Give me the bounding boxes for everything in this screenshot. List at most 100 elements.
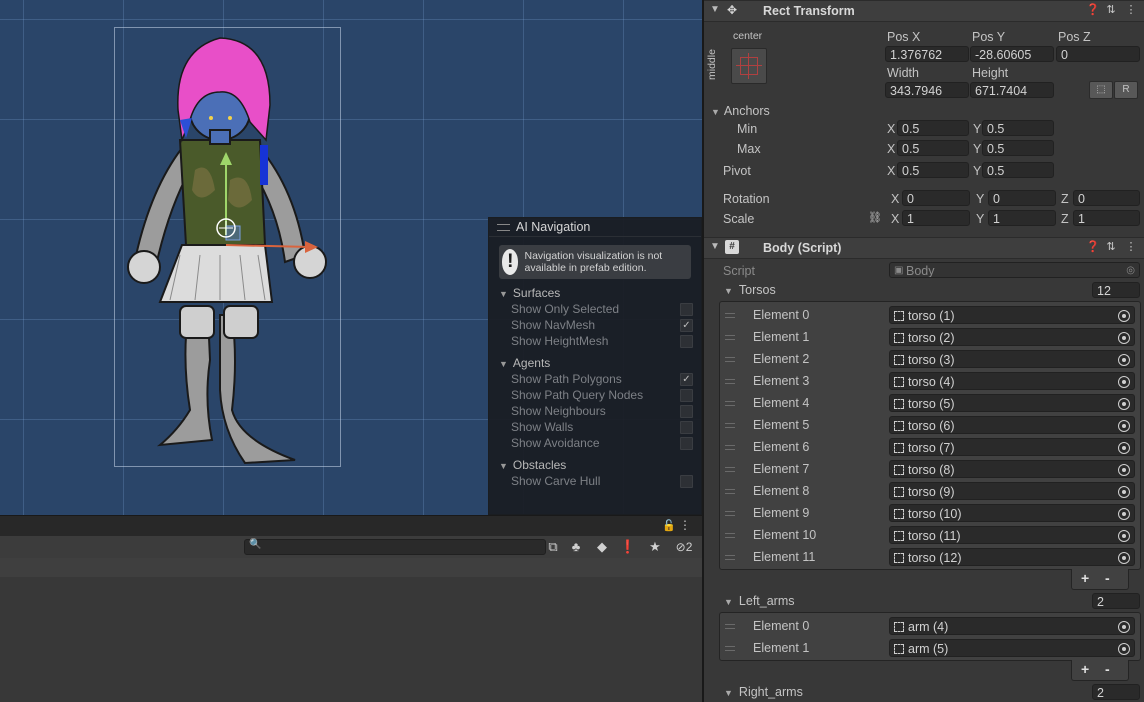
drag-handle-icon[interactable] (725, 646, 735, 651)
drag-handle-icon[interactable] (725, 624, 735, 629)
nav-section-header[interactable]: ▼ Surfaces (489, 285, 701, 301)
list-element-row[interactable]: Element 4 torso (5) (720, 392, 1140, 414)
object-picker-icon[interactable] (1118, 486, 1130, 498)
list-element-row[interactable]: Element 1 torso (2) (720, 326, 1140, 348)
object-reference-field[interactable]: torso (8) (889, 460, 1135, 478)
pos-z-field[interactable]: 0 (1056, 46, 1140, 62)
anchor-min-x-field[interactable]: 0.5 (897, 120, 969, 136)
anchor-preset-button[interactable] (731, 48, 767, 84)
drag-handle-icon[interactable] (725, 357, 735, 362)
nav-section-header[interactable]: ▼ Agents (489, 355, 701, 371)
scene-search-icon[interactable]: ⧉ (544, 538, 562, 556)
object-picker-icon[interactable] (1118, 310, 1130, 322)
right-arms-foldout[interactable]: ▼ Right_arms (724, 685, 803, 699)
blueprint-mode-button[interactable]: ⬚ (1089, 81, 1113, 99)
drag-handle-icon[interactable] (725, 401, 735, 406)
object-picker-icon[interactable] (1118, 464, 1130, 476)
remove-element-button[interactable]: - (1105, 661, 1110, 677)
object-reference-field[interactable]: torso (1) (889, 306, 1135, 324)
panel-menu-icon[interactable]: ⋮ (679, 518, 691, 532)
nav-option-checkbox[interactable] (680, 303, 693, 316)
object-reference-field[interactable]: torso (11) (889, 526, 1135, 544)
list-element-row[interactable]: Element 3 torso (4) (720, 370, 1140, 392)
rotation-y-field[interactable]: 0 (988, 190, 1056, 206)
drag-handle-icon[interactable] (725, 379, 735, 384)
remove-element-button[interactable]: - (1105, 570, 1110, 586)
constrain-proportions-icon[interactable]: ⛓ (868, 211, 882, 224)
list-element-row[interactable]: Element 10 torso (11) (720, 524, 1140, 546)
nav-option-checkbox[interactable] (680, 421, 693, 434)
drag-handle-icon[interactable] (725, 533, 735, 538)
pivot-x-field[interactable]: 0.5 (897, 162, 969, 178)
pivot-y-field[interactable]: 0.5 (982, 162, 1054, 178)
nav-option-row[interactable]: Show Path Polygons ✓ (489, 371, 701, 387)
list-element-row[interactable]: Element 9 torso (10) (720, 502, 1140, 524)
object-picker-icon[interactable] (1118, 552, 1130, 564)
ai-navigation-title-bar[interactable]: AI Navigation (489, 218, 701, 237)
nav-option-checkbox[interactable]: ✓ (680, 373, 693, 386)
warning-filter-icon[interactable]: ❗ (619, 538, 637, 556)
object-reference-field[interactable]: torso (3) (889, 350, 1135, 368)
list-element-row[interactable]: Element 8 torso (9) (720, 480, 1140, 502)
nav-option-checkbox[interactable] (680, 389, 693, 402)
rect-transform-header[interactable]: ▼ ✥ Rect Transform ❓ ⇅ ⋮ (704, 0, 1144, 22)
list-element-row[interactable]: Element 1 arm (5) (720, 637, 1140, 659)
add-element-button[interactable]: + (1081, 661, 1089, 677)
list-element-row[interactable]: Element 0 arm (4) (720, 615, 1140, 637)
collapse-arrow-icon[interactable]: ▼ (710, 4, 720, 15)
context-menu-icon[interactable]: ⋮ (1124, 240, 1138, 254)
nav-option-row[interactable]: Show HeightMesh (489, 333, 701, 349)
rotation-x-field[interactable]: 0 (902, 190, 970, 206)
object-reference-field[interactable]: torso (2) (889, 328, 1135, 346)
nav-option-checkbox[interactable] (680, 405, 693, 418)
list-element-row[interactable]: Element 0 torso (1) (720, 304, 1140, 326)
object-picker-icon[interactable] (1118, 398, 1130, 410)
anchor-min-y-field[interactable]: 0.5 (982, 120, 1054, 136)
scale-z-field[interactable]: 1 (1073, 210, 1140, 226)
scale-y-field[interactable]: 1 (988, 210, 1056, 226)
object-reference-field[interactable]: torso (7) (889, 438, 1135, 456)
drag-handle-icon[interactable] (725, 511, 735, 516)
hidden-count-button[interactable]: ⊘2 (670, 538, 698, 556)
object-picker-icon[interactable] (1118, 354, 1130, 366)
nav-option-row[interactable]: Show Avoidance (489, 435, 701, 451)
width-field[interactable]: 343.7946 (885, 82, 969, 98)
right-arms-count-field[interactable]: 2 (1092, 684, 1140, 700)
object-reference-field[interactable]: torso (5) (889, 394, 1135, 412)
nav-option-row[interactable]: Show Only Selected (489, 301, 701, 317)
label-icon[interactable]: ◆ (593, 538, 611, 556)
scale-x-field[interactable]: 1 (902, 210, 970, 226)
nav-section-header[interactable]: ▼ Obstacles (489, 457, 701, 473)
nav-option-row[interactable]: Show NavMesh ✓ (489, 317, 701, 333)
object-picker-icon[interactable] (1118, 332, 1130, 344)
torsos-foldout[interactable]: ▼ Torsos (724, 283, 776, 297)
scene-view[interactable]: AI Navigation ! Navigation visualization… (0, 0, 702, 515)
drag-handle-icon[interactable] (497, 223, 510, 231)
pos-x-field[interactable]: 1.376762 (885, 46, 969, 62)
anchor-max-y-field[interactable]: 0.5 (982, 140, 1054, 156)
presets-icon[interactable]: ⇅ (1104, 240, 1118, 254)
left-arms-foldout[interactable]: ▼ Left_arms (724, 594, 795, 608)
list-element-row[interactable]: Element 11 torso (12) (720, 546, 1140, 568)
drag-handle-icon[interactable] (725, 555, 735, 560)
search-field[interactable]: 🔍 (244, 539, 546, 555)
context-menu-icon[interactable]: ⋮ (1124, 3, 1138, 17)
object-reference-field[interactable]: torso (10) (889, 504, 1135, 522)
favorite-star-icon[interactable]: ★ (646, 538, 664, 556)
presets-icon[interactable]: ⇅ (1104, 3, 1118, 17)
help-icon[interactable]: ❓ (1086, 240, 1100, 254)
torsos-count-field[interactable]: 12 (1092, 282, 1140, 298)
nav-option-checkbox[interactable] (680, 335, 693, 348)
drag-handle-icon[interactable] (725, 445, 735, 450)
anchor-max-x-field[interactable]: 0.5 (897, 140, 969, 156)
list-element-row[interactable]: Element 2 torso (3) (720, 348, 1140, 370)
left-arms-count-field[interactable]: 2 (1092, 593, 1140, 609)
height-field[interactable]: 671.7404 (970, 82, 1054, 98)
object-reference-field[interactable]: arm (5) (889, 639, 1135, 657)
ai-navigation-overlay[interactable]: AI Navigation ! Navigation visualization… (488, 217, 702, 515)
drag-handle-icon[interactable] (725, 335, 735, 340)
filter-by-type-icon[interactable]: ♣ (567, 538, 585, 556)
nav-option-row[interactable]: Show Carve Hull (489, 473, 701, 489)
list-element-row[interactable]: Element 5 torso (6) (720, 414, 1140, 436)
nav-option-row[interactable]: Show Path Query Nodes (489, 387, 701, 403)
